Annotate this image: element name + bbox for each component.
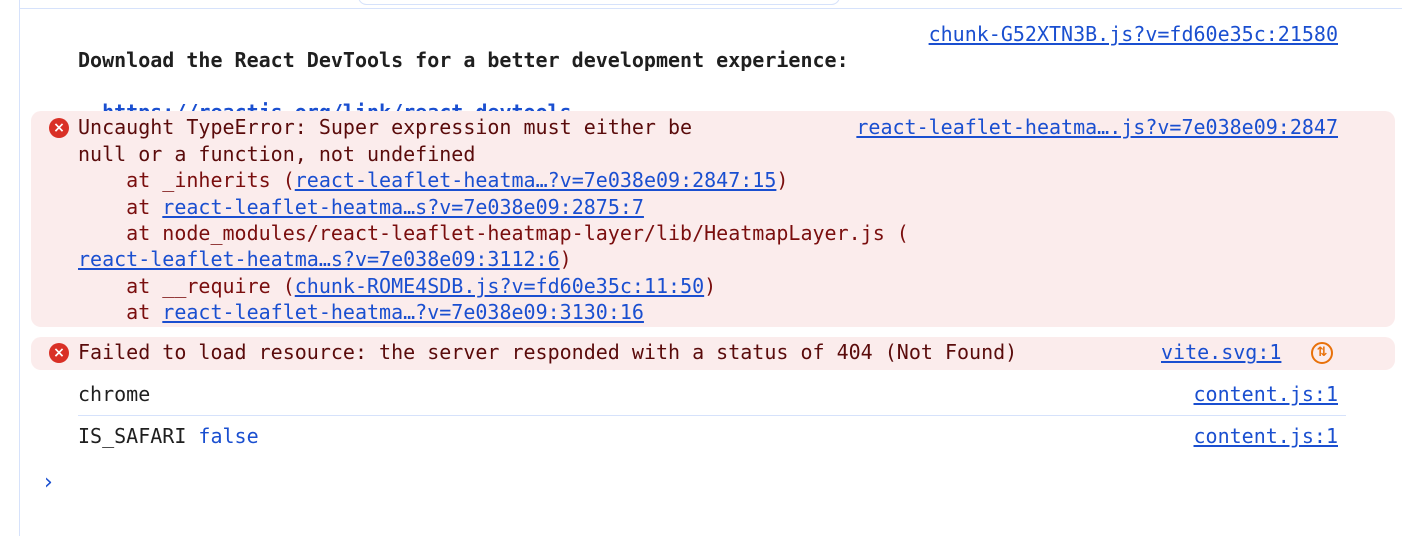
error2-message: Failed to load resource: the server resp… <box>78 340 1018 364</box>
stack-frame: at node_modules/react-leaflet-heatmap-la… <box>78 221 909 245</box>
stack-frame: at __require (chunk-ROME4SDB.js?v=fd60e3… <box>78 273 716 299</box>
stack-frame: at _inherits (react-leaflet-heatma…?v=7e… <box>78 167 788 193</box>
log-label: IS_SAFARI <box>78 424 187 448</box>
stack-frame-suffix: ) <box>559 247 572 271</box>
network-request-icon[interactable]: ⇅ <box>1311 342 1333 364</box>
stack-frame-link[interactable]: react-leaflet-heatma…?v=7e038e09:2847:15 <box>295 168 777 192</box>
stack-frame-prefix: at _inherits ( <box>78 168 295 192</box>
info-message-link-line: https://reactjs.org/link/react-devtools <box>78 73 572 124</box>
error1-message-line1: Uncaught TypeError: Super expression mus… <box>78 115 693 139</box>
error-icon: × <box>49 118 69 138</box>
console-filter-bar <box>20 0 1402 9</box>
log-value-boolean: false <box>198 424 259 448</box>
stack-frame-link[interactable]: react-leaflet-heatma…?v=7e038e09:3130:16 <box>162 300 644 324</box>
source-link-error2[interactable]: vite.svg:1 <box>1161 339 1281 365</box>
info-message-text: Download the React DevTools for a better… <box>78 48 849 72</box>
stack-frame-link[interactable]: react-leaflet-heatma…s?v=7e038e09:2875:7 <box>162 195 644 219</box>
error-icon: × <box>49 343 69 363</box>
source-link-log1[interactable]: content.js:1 <box>1194 381 1339 407</box>
stack-frame-prefix: at <box>78 300 163 324</box>
error1-message-line2: null or a function, not undefined <box>78 142 476 166</box>
source-link-info[interactable]: chunk-G52XTN3B.js?v=fd60e35c:21580 <box>929 21 1338 47</box>
stack-frame-prefix: at <box>78 195 163 219</box>
console-left-rail <box>0 0 20 536</box>
source-link-log2[interactable]: content.js:1 <box>1194 423 1339 449</box>
message-divider <box>78 415 1346 416</box>
stack-frame: at react-leaflet-heatma…s?v=7e038e09:287… <box>78 194 644 220</box>
stack-frame: at react-leaflet-heatma…?v=7e038e09:3130… <box>78 299 644 325</box>
stack-frame-continuation: react-leaflet-heatma…s?v=7e038e09:3112:6… <box>78 246 572 272</box>
stack-frame-suffix: ) <box>704 274 717 298</box>
source-link-error1[interactable]: react-leaflet-heatma….js?v=7e038e09:2847 <box>856 114 1338 140</box>
stack-frame-prefix: at __require ( <box>78 274 295 298</box>
stack-frame-link[interactable]: react-leaflet-heatma…s?v=7e038e09:3112:6 <box>78 247 560 271</box>
log-message-is-safari: IS_SAFARI false <box>78 423 259 449</box>
console-prompt-chevron-icon[interactable]: › <box>44 470 53 496</box>
log-message-chrome: chrome <box>78 382 151 406</box>
filter-input[interactable] <box>358 0 840 5</box>
stack-frame-link[interactable]: chunk-ROME4SDB.js?v=fd60e35c:11:50 <box>295 274 704 298</box>
stack-frame-suffix: ) <box>776 168 789 192</box>
